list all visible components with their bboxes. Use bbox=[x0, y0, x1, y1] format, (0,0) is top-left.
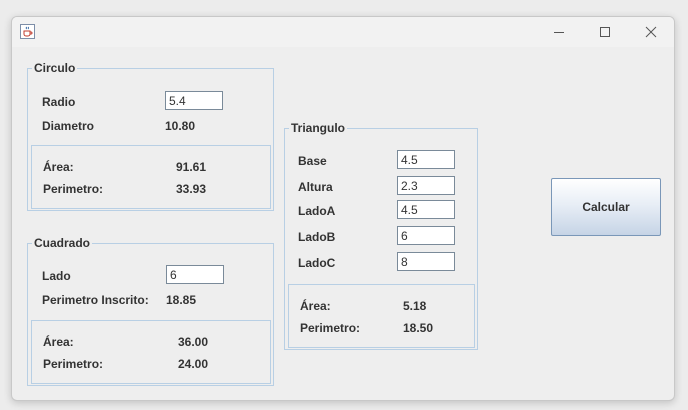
java-coffee-cup-icon[interactable] bbox=[20, 24, 35, 39]
circulo-area-label: Área: bbox=[43, 160, 74, 174]
minimize-button[interactable] bbox=[536, 17, 582, 47]
ladoA-label: LadoA bbox=[298, 204, 336, 218]
close-button[interactable] bbox=[628, 17, 674, 47]
radio-label: Radio bbox=[42, 95, 76, 109]
ladoA-input[interactable] bbox=[397, 200, 455, 219]
ladoC-input[interactable] bbox=[397, 252, 455, 271]
perimetro-inscrito-label: Perimetro Inscrito: bbox=[42, 293, 149, 307]
triangulo-group: Triangulo Base Altura LadoA LadoB LadoC … bbox=[284, 121, 478, 350]
circulo-results-panel: Área: 91.61 Perimetro: 33.93 bbox=[31, 145, 271, 209]
cuadrado-group: Cuadrado Lado Perimetro Inscrito: 18.85 … bbox=[27, 236, 274, 386]
perimetro-inscrito-value: 18.85 bbox=[166, 293, 197, 307]
altura-input[interactable] bbox=[397, 176, 455, 195]
diametro-label: Diametro bbox=[42, 119, 95, 133]
altura-label: Altura bbox=[298, 180, 333, 194]
circulo-title: Circulo bbox=[32, 61, 78, 75]
cuadrado-perimetro-value: 24.00 bbox=[178, 357, 209, 371]
cuadrado-area-value: 36.00 bbox=[178, 335, 209, 349]
triangulo-area-label: Área: bbox=[300, 299, 331, 313]
triangulo-perimetro-label: Perimetro: bbox=[300, 321, 361, 335]
maximize-icon bbox=[600, 27, 610, 37]
cuadrado-perimetro-label: Perimetro: bbox=[43, 357, 104, 371]
close-icon bbox=[645, 26, 657, 38]
app-window: Circulo Radio Diametro 10.80 Área: 91.61… bbox=[11, 16, 675, 401]
circulo-group: Circulo Radio Diametro 10.80 Área: 91.61… bbox=[27, 61, 274, 211]
diametro-value: 10.80 bbox=[165, 119, 196, 133]
cuadrado-title: Cuadrado bbox=[32, 236, 93, 250]
circulo-perimetro-label: Perimetro: bbox=[43, 182, 104, 196]
base-input[interactable] bbox=[397, 150, 455, 169]
ladoB-input[interactable] bbox=[397, 226, 455, 245]
ladoC-label: LadoC bbox=[298, 256, 336, 270]
radio-input[interactable] bbox=[165, 91, 223, 110]
triangulo-area-value: 5.18 bbox=[403, 299, 427, 313]
lado-input[interactable] bbox=[166, 265, 224, 284]
maximize-button[interactable] bbox=[582, 17, 628, 47]
circulo-area-value: 91.61 bbox=[176, 160, 207, 174]
title-bar bbox=[12, 17, 674, 47]
lado-label: Lado bbox=[42, 269, 71, 283]
cuadrado-results-panel: Área: 36.00 Perimetro: 24.00 bbox=[31, 320, 271, 384]
circulo-perimetro-value: 33.93 bbox=[176, 182, 207, 196]
minimize-icon bbox=[554, 32, 564, 33]
triangulo-perimetro-value: 18.50 bbox=[403, 321, 434, 335]
triangulo-title: Triangulo bbox=[289, 121, 347, 135]
ladoB-label: LadoB bbox=[298, 230, 336, 244]
triangulo-results-panel: Área: 5.18 Perimetro: 18.50 bbox=[288, 284, 475, 348]
cuadrado-area-label: Área: bbox=[43, 335, 74, 349]
calcular-button[interactable]: Calcular bbox=[551, 178, 661, 236]
base-label: Base bbox=[298, 154, 327, 168]
